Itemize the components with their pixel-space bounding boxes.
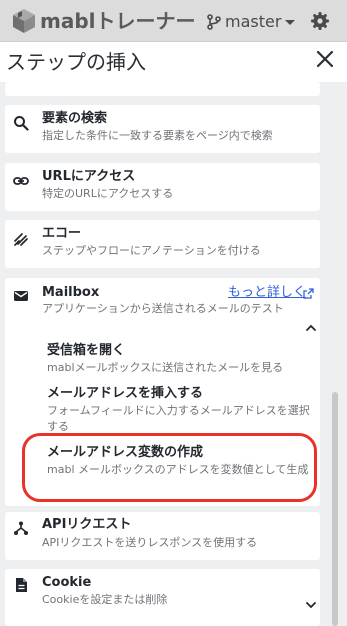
step-title: URLにアクセス [42, 169, 136, 184]
sub-step-title[interactable]: メールアドレスを挿入する [47, 386, 203, 402]
branch-name: master [225, 12, 282, 31]
step-description: Cookieを設定または削除 [42, 593, 168, 606]
api-icon [14, 521, 28, 535]
mabl-logo-icon [13, 9, 35, 33]
app-title: mablトレーナー [40, 9, 196, 33]
step-title: APIリクエスト [42, 517, 132, 532]
chevron-up-icon[interactable] [305, 322, 317, 334]
link-icon [13, 177, 29, 185]
sub-step-description: mablメールボックスに送信されたメールを見る [47, 361, 284, 374]
learn-more-link[interactable]: もっと詳しく [228, 285, 306, 301]
git-branch-icon [207, 14, 221, 30]
dialog-title: ステップの挿入 [6, 50, 146, 74]
step-title: エコー [42, 226, 82, 241]
step-description: アプリケーションから送信されるメールのテスト [42, 302, 284, 315]
step-description: ステップやフローにアノテーションを付ける [42, 244, 261, 257]
step-title: Mailbox [42, 285, 100, 300]
mail-icon [14, 291, 28, 301]
scrollbar-thumb[interactable] [332, 392, 338, 626]
step-item-visit-url[interactable]: URLにアクセス 特定のURLにアクセスする [5, 163, 320, 211]
sub-step-description: フォームフィールドに入力するメールアドレスを選択する [47, 404, 310, 433]
branch-selector[interactable]: master [207, 12, 281, 32]
search-icon [14, 116, 29, 131]
highlight-annotation [22, 433, 317, 502]
branch-dropdown-caret-icon[interactable] [285, 20, 295, 25]
dialog-header: ステップの挿入 [0, 43, 347, 81]
step-item-cookie[interactable]: Cookie Cookieを設定または削除 [5, 569, 320, 626]
step-item-echo[interactable]: エコー ステップやフローにアノテーションを付ける [5, 220, 320, 268]
sub-step-title[interactable]: 受信箱を開く [47, 343, 125, 359]
chevron-down-icon[interactable] [305, 599, 317, 611]
external-link-icon[interactable] [303, 288, 314, 299]
step-description: APIリクエストを送りレスポンスを使用する [42, 536, 258, 549]
list-item[interactable] [5, 82, 320, 96]
step-title: Cookie [42, 575, 92, 590]
step-description: 指定した条件に一致する要素をページ内で検索 [42, 129, 273, 142]
gear-icon[interactable] [310, 11, 330, 31]
close-icon[interactable] [314, 48, 336, 70]
app-topbar: mablトレーナー master [0, 0, 347, 42]
step-title: 要素の検索 [42, 111, 108, 126]
step-item-find-element[interactable]: 要素の検索 指定した条件に一致する要素をページ内で検索 [5, 105, 320, 153]
step-item-api-request[interactable]: APIリクエスト APIリクエストを送りレスポンスを使用する [5, 512, 320, 560]
step-description: 特定のURLにアクセスする [42, 187, 174, 200]
echo-icon [14, 233, 28, 246]
document-icon [16, 578, 27, 592]
